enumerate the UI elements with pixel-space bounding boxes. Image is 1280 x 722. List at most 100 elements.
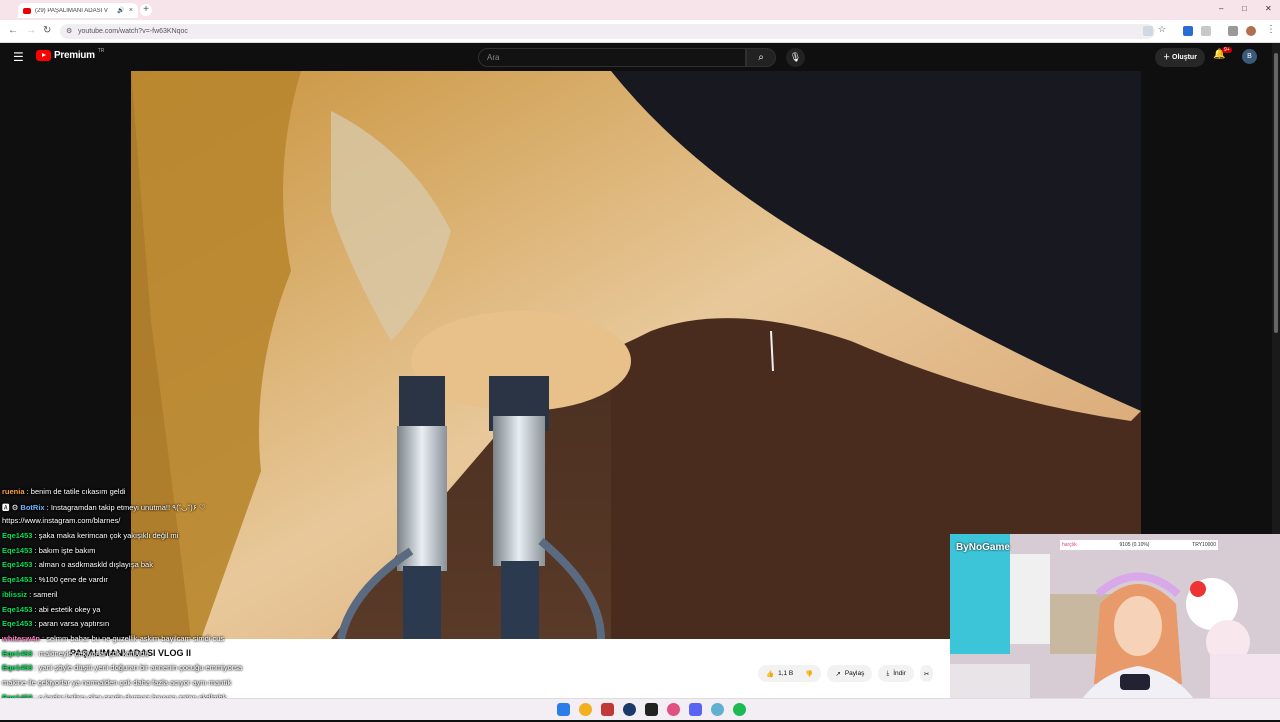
app-icon[interactable]	[601, 703, 614, 716]
chrome-icon[interactable]	[579, 703, 592, 716]
chat-text: Instagramdan takip etmeyi unutma!! ٩(˘◡˘…	[50, 502, 206, 512]
chat-text: şaka maka kerimcan çok yakışıklı değil m…	[38, 531, 179, 541]
os-taskbar	[0, 698, 1280, 720]
windows-start-icon[interactable]	[557, 703, 570, 716]
chat-message: makine ile çekiyorlar ya normalden çok d…	[2, 678, 292, 693]
goal-progress: 9105 (0.10%)	[1119, 542, 1150, 548]
profile-avatar[interactable]	[1246, 26, 1256, 36]
chat-text: sameril	[33, 589, 58, 599]
chat-message: Eqe1453 : makineyle çekiyorlar çok kötüy…	[2, 649, 292, 664]
chat-username[interactable]: Eqe1453	[2, 619, 32, 628]
bookmark-star-icon[interactable]: ☆	[1158, 24, 1166, 35]
thumbs-down-icon[interactable]: 👎	[805, 670, 813, 678]
notification-badge: 9+	[1222, 47, 1232, 53]
chat-message: 🅰 ⚙ BotRix : Instagramdan takip etmeyi u…	[2, 502, 292, 517]
minimize-button[interactable]: –	[1219, 4, 1223, 13]
create-label: Oluştur	[1172, 54, 1197, 61]
chat-message: Eqe1453 : alman o asdkmaskld dışlayışa b…	[2, 560, 292, 575]
goal-label: harçlık	[1062, 542, 1077, 548]
tab-close-icon[interactable]: ×	[129, 7, 133, 14]
chat-text: paran varsa yaptırsın	[38, 619, 110, 629]
extension-icon[interactable]	[1183, 26, 1193, 36]
chat-text: makineyle çekiyorlar çok kötüydü	[38, 648, 149, 658]
youtube-logo[interactable]: Premium TR	[36, 47, 105, 61]
scissors-icon: ✂	[923, 670, 930, 678]
chat-message: ruenia : benim de tatile cıkasım geldi	[2, 487, 292, 502]
back-arrow-icon[interactable]: ←	[8, 25, 18, 36]
browser-tab-strip: (29) PAŞALIMANI ADASI V 🔊 × + – □ ✕	[0, 0, 1280, 20]
extensions-puzzle-icon[interactable]	[1201, 26, 1211, 36]
discord-icon[interactable]	[689, 703, 702, 716]
chat-message: Eqe1453 : abi estetik okey ya	[2, 605, 292, 620]
new-tab-button[interactable]: +	[140, 4, 152, 16]
chat-username[interactable]: whitesw4n	[2, 634, 40, 643]
donation-goal-bar: harçlık 9105 (0.10%) TRY10000	[1060, 540, 1218, 550]
cast-icon[interactable]	[1143, 26, 1153, 36]
chat-username[interactable]: Eqe1453	[2, 605, 32, 614]
mic-icon[interactable]: 🎙	[786, 48, 805, 67]
url-bar[interactable]: ⚙ youtube.com/watch?v=-fw63KNqoc	[60, 24, 1155, 39]
search-input[interactable]: Ara	[478, 48, 746, 67]
goal-target: TRY10000	[1192, 542, 1216, 548]
chat-message: whitesw4n : selmm bahar bu ne guzellik a…	[2, 634, 292, 649]
chat-username[interactable]: ruenia	[2, 487, 25, 496]
account-avatar[interactable]: B	[1242, 49, 1257, 64]
webcam-overlay: ByNoGame harçlık 9105 (0.10%) TRY10000	[950, 534, 1280, 720]
chat-username[interactable]: BotRix	[20, 503, 44, 512]
chat-username[interactable]: Eqe1453	[2, 663, 32, 672]
browser-menu-icon[interactable]: ⋮	[1266, 24, 1276, 35]
close-window-button[interactable]: ✕	[1265, 4, 1272, 13]
clip-button[interactable]: ✂	[919, 665, 934, 682]
browser-tab[interactable]: (29) PAŞALIMANI ADASI V 🔊 ×	[18, 3, 138, 18]
chat-text: benim de tatile cıkasım geldi	[30, 487, 126, 496]
sidebar-icon[interactable]	[1228, 26, 1238, 36]
share-icon: ↗	[835, 670, 841, 678]
chat-username[interactable]: Eqe1453	[2, 531, 32, 540]
youtube-play-icon	[36, 50, 51, 61]
chat-text: yani şöyle düştü yeni doğuran bir anneni…	[38, 663, 243, 673]
chat-text: %100 çene de vardır	[38, 575, 108, 585]
maximize-button[interactable]: □	[1242, 4, 1247, 13]
url-text: youtube.com/watch?v=-fw63KNqoc	[78, 28, 188, 35]
app-icon-3[interactable]	[711, 703, 724, 716]
speaker-icon[interactable]: 🔊	[117, 7, 124, 14]
chat-text: bakım işte bakım	[38, 545, 96, 555]
spotify-icon[interactable]	[733, 703, 746, 716]
chat-username[interactable]: Eqe1453	[2, 575, 32, 584]
brand-text: Premium	[54, 50, 95, 61]
country-code: TR	[97, 47, 105, 54]
site-info-icon[interactable]: ⚙	[66, 24, 72, 39]
address-bar-row: ← → ↻ ⚙ youtube.com/watch?v=-fw63KNqoc ☆…	[0, 20, 1280, 43]
epic-games-icon[interactable]	[645, 703, 658, 716]
badge-icon: 🅰 ⚙	[2, 502, 21, 512]
chat-username[interactable]: Eqe1453	[2, 649, 32, 658]
chat-message: Eqe1453 : paran varsa yaptırsın	[2, 619, 292, 634]
chat-username[interactable]: Eqe1453	[2, 560, 32, 569]
scrollbar-thumb[interactable]	[1274, 53, 1278, 333]
steam-icon[interactable]	[623, 703, 636, 716]
like-button[interactable]: 👍 1,1 B 👎	[758, 665, 822, 682]
chat-text: selmm bahar bu ne guzellik askim bayilca…	[46, 633, 225, 643]
menu-hamburger-icon[interactable]: ☰	[13, 50, 24, 64]
download-label: İndir	[893, 670, 906, 677]
share-button[interactable]: ↗ Paylaş	[827, 665, 873, 682]
forward-arrow-icon[interactable]: →	[26, 25, 36, 36]
chat-username[interactable]: Eqe1453	[2, 546, 32, 555]
chat-username[interactable]: iblissiz	[2, 590, 27, 599]
app-icon-2[interactable]	[667, 703, 680, 716]
webcam-image	[950, 534, 1280, 720]
youtube-favicon-icon	[23, 7, 31, 14]
chat-message: Eqe1453 : bakım işte bakım	[2, 546, 292, 561]
chat-text: makine ile çekiyorlar ya normalden çok d…	[2, 677, 232, 687]
chat-message: Eqe1453 : %100 çene de vardır	[2, 575, 292, 590]
chat-text: https://www.instagram.com/blarnes/	[2, 516, 121, 526]
chat-text: alman o asdkmaskld dışlayışa bak	[38, 560, 153, 570]
chat-message: https://www.instagram.com/blarnes/	[2, 516, 292, 531]
thumbs-up-icon: 👍	[766, 670, 775, 678]
create-button[interactable]: ＋ Oluştur	[1155, 48, 1205, 67]
stream-chat-overlay: ruenia : benim de tatile cıkasım geldi 🅰 …	[2, 487, 292, 722]
reload-icon[interactable]: ↻	[43, 25, 51, 36]
search-icon[interactable]: ⌕	[746, 48, 776, 67]
tab-title: (29) PAŞALIMANI ADASI V	[35, 7, 108, 14]
download-button[interactable]: ⤓ İndir	[878, 665, 914, 682]
